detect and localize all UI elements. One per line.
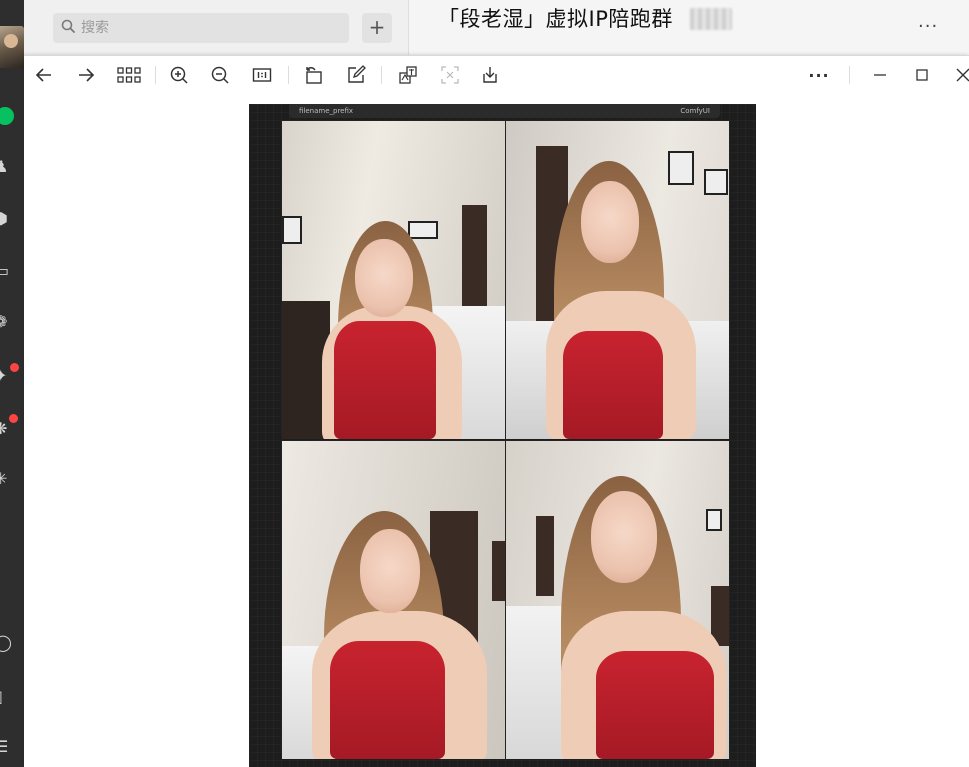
node-label-right: ComfyUI xyxy=(680,107,710,115)
chat-more-button[interactable]: ··· xyxy=(918,16,938,37)
search-discover-icon[interactable]: ✳ xyxy=(0,468,24,490)
download-icon[interactable] xyxy=(478,64,502,86)
zoom-in-icon[interactable] xyxy=(167,64,191,86)
edit-icon[interactable] xyxy=(344,64,368,86)
photo-1 xyxy=(282,121,505,439)
photo-2 xyxy=(506,121,729,439)
folder-icon[interactable]: ▭ xyxy=(0,260,24,282)
search-input[interactable]: 搜索 xyxy=(53,13,349,43)
unread-dot xyxy=(10,363,19,372)
back-icon[interactable] xyxy=(32,64,56,86)
displayed-image[interactable]: filename_prefix ComfyUI xyxy=(249,104,756,767)
zoom-out-icon[interactable] xyxy=(208,64,232,86)
app-sidebar: ♟ ⬢ ▭ ❁ ✦ ❋ ✳ ◯ ▯ ☰ xyxy=(0,0,24,767)
mini-apps-icon[interactable]: ◯ xyxy=(0,632,24,654)
translate-icon[interactable] xyxy=(396,64,420,86)
forward-icon[interactable] xyxy=(74,64,98,86)
toolbar-divider xyxy=(288,66,289,84)
minimize-icon[interactable] xyxy=(868,64,892,86)
search-icon xyxy=(61,19,75,33)
phone-icon[interactable]: ▯ xyxy=(0,686,24,708)
search-placeholder: 搜索 xyxy=(81,20,109,36)
chat-title: 「段老湿」虚拟IP陪跑群 xyxy=(438,7,673,31)
viewer-toolbar: ··· xyxy=(24,56,969,94)
avatar[interactable] xyxy=(0,26,24,68)
node-label-left: filename_prefix xyxy=(299,107,354,115)
cube-icon[interactable]: ⬢ xyxy=(0,208,24,230)
extract-text-icon[interactable] xyxy=(438,64,462,86)
close-icon[interactable] xyxy=(951,64,969,86)
chat-icon[interactable] xyxy=(0,107,14,125)
menu-icon[interactable]: ☰ xyxy=(0,736,24,758)
photo-3 xyxy=(282,441,505,759)
photo-4 xyxy=(506,441,729,759)
toolbar-divider xyxy=(381,66,382,84)
more-icon[interactable]: ··· xyxy=(806,64,832,86)
moments-icon[interactable]: ❁ xyxy=(0,311,24,333)
grid-icon[interactable] xyxy=(115,64,143,86)
actual-size-icon[interactable] xyxy=(250,64,274,86)
blurred-text xyxy=(690,8,732,30)
contacts-icon[interactable]: ♟ xyxy=(0,156,24,178)
toolbar-divider xyxy=(849,66,850,84)
add-button[interactable]: + xyxy=(362,13,392,43)
unread-dot xyxy=(9,414,18,423)
rotate-icon[interactable] xyxy=(302,64,326,86)
toolbar-divider xyxy=(155,66,156,84)
maximize-icon[interactable] xyxy=(910,64,934,86)
node-title-bar: filename_prefix ComfyUI xyxy=(289,104,720,118)
